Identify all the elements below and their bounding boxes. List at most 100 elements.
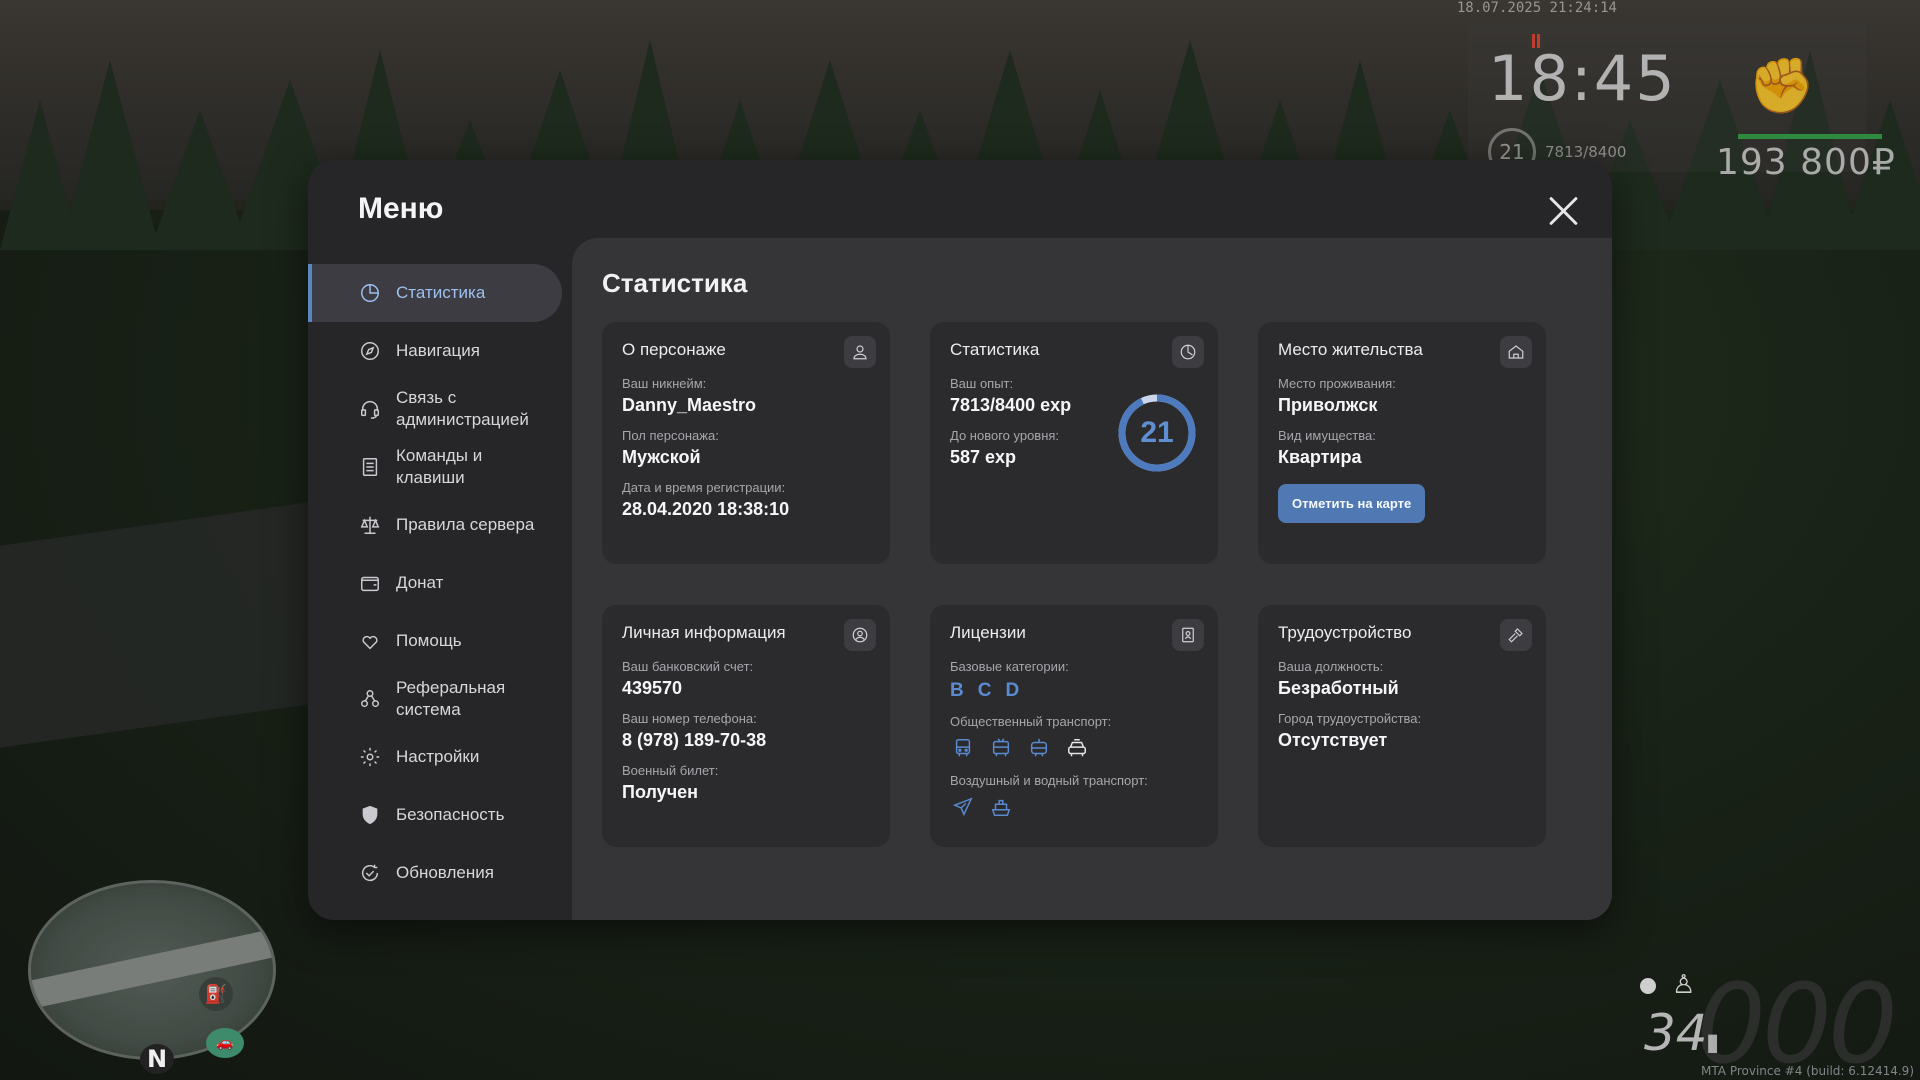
- user-circle-icon: [844, 619, 876, 651]
- gas-station-icon: ⛽: [199, 977, 233, 1011]
- sidebar-item-label: Навигация: [396, 341, 480, 360]
- gear-icon: [358, 745, 382, 769]
- gender-value: Мужской: [622, 447, 701, 467]
- scales-icon: [358, 513, 382, 537]
- minimap-north-indicator: N: [140, 1044, 174, 1074]
- card-title: Личная информация: [622, 623, 786, 642]
- military-id-label: Военный билет:: [622, 763, 719, 778]
- hud-clock: 18:45: [1488, 42, 1677, 115]
- card-title: О персонаже: [622, 340, 726, 359]
- card-character: О персонаже Ваш никнейм: Danny_Maestro П…: [602, 322, 890, 564]
- sidebar-item-navigation[interactable]: Навигация: [308, 322, 572, 380]
- fuel-readout: 34: [1644, 1004, 1708, 1062]
- card-title: Лицензии: [950, 623, 1026, 642]
- shield-icon: [358, 803, 382, 827]
- card-title: Статистика: [950, 340, 1040, 359]
- heart-hand-icon: [358, 629, 382, 653]
- license-category: D: [1005, 680, 1020, 701]
- headset-icon: [358, 397, 382, 421]
- sidebar: Статистика Навигация Связь с администрац…: [308, 264, 572, 902]
- card-personal-info: Личная информация Ваш банковский счет: 4…: [602, 605, 890, 847]
- close-button[interactable]: [1546, 194, 1580, 228]
- pie-chart-icon: [358, 281, 382, 305]
- phone-value: 8 (978) 189-70-38: [622, 730, 767, 750]
- player-vehicle-icon: 🚗: [206, 1028, 244, 1058]
- base-categories-label: Базовые категории:: [950, 659, 1069, 674]
- card-experience: Статистика Ваш опыт: 7813/8400 exp До но…: [930, 322, 1218, 564]
- sidebar-item-label: Реферальная система: [396, 678, 506, 719]
- job-city-label: Город трудоустройства:: [1278, 711, 1422, 726]
- sidebar-item-admin-contact[interactable]: Связь с администрацией: [308, 380, 572, 438]
- card-employment: Трудоустройство Ваша должность: Безработ…: [1258, 605, 1546, 847]
- registration-value: 28.04.2020 18:38:10: [622, 499, 790, 519]
- sidebar-item-referral[interactable]: Реферальная система: [308, 670, 572, 728]
- card-title: Место жительства: [1278, 340, 1423, 359]
- sidebar-item-statistics[interactable]: Статистика: [308, 264, 562, 322]
- minimap-road: [31, 926, 273, 1008]
- nickname-label: Ваш никнейм:: [622, 376, 707, 391]
- public-transport-licenses: [950, 735, 1198, 761]
- card-licenses: Лицензии Базовые категории: B C D Общест…: [930, 605, 1218, 847]
- gender-label: Пол персонажа:: [622, 428, 719, 443]
- taxi-icon: [1064, 735, 1090, 761]
- job-city-value: Отсутствует: [1278, 730, 1388, 750]
- sidebar-item-label: Помощь: [396, 631, 462, 650]
- id-card-icon: [1172, 619, 1204, 651]
- document-icon: [358, 455, 382, 479]
- level-number: 21: [1140, 416, 1174, 449]
- sidebar-item-label: Команды и клавиши: [396, 446, 483, 487]
- hammer-icon: [1500, 619, 1532, 651]
- air-water-licenses: [950, 794, 1198, 820]
- clock-pie-icon: [1172, 336, 1204, 368]
- boat-icon: [988, 794, 1014, 820]
- mark-on-map-button[interactable]: Отметить на карте: [1278, 484, 1426, 523]
- sidebar-item-label: Правила сервера: [396, 515, 535, 534]
- menu-title: Меню: [358, 192, 444, 225]
- server-timestamp: 18.07.2025 21:24:14: [1456, 0, 1617, 16]
- sidebar-item-label: Статистика: [396, 283, 486, 302]
- health-bar: [1738, 134, 1882, 139]
- sidebar-item-label: Безопасность: [396, 805, 505, 824]
- job-position-value: Безработный: [1278, 678, 1399, 698]
- public-transport-label: Общественный транспорт:: [950, 714, 1112, 729]
- sidebar-item-commands[interactable]: Команды и клавиши: [308, 438, 572, 496]
- compass-icon: [358, 339, 382, 363]
- trolleybus-icon: [988, 735, 1014, 761]
- sidebar-item-donate[interactable]: Донат: [308, 554, 572, 612]
- fist-weapon-icon: ✊: [1748, 54, 1816, 117]
- property-type-label: Вид имущества:: [1278, 428, 1376, 443]
- license-category: C: [977, 680, 992, 701]
- users-icon: [358, 687, 382, 711]
- sidebar-item-help[interactable]: Помощь: [308, 612, 572, 670]
- house-icon: [1500, 336, 1532, 368]
- hud-money: 193 800₽: [1716, 142, 1896, 183]
- build-version: MTA Province #4 (build: 6.12414.9): [1701, 1064, 1914, 1078]
- menu-window: Меню Статистика Навигация Связь с админи…: [308, 160, 1612, 920]
- user-icon: [844, 336, 876, 368]
- airplane-icon: [950, 794, 976, 820]
- page-title: Статистика: [602, 268, 748, 298]
- card-title: Трудоустройство: [1278, 623, 1412, 642]
- air-water-transport-label: Воздушный и водный транспорт:: [950, 773, 1148, 788]
- tram-icon: [1026, 735, 1052, 761]
- sidebar-item-label: Донат: [396, 573, 444, 592]
- sidebar-item-security[interactable]: Безопасность: [308, 786, 572, 844]
- sidebar-item-settings[interactable]: Настройки: [308, 728, 572, 786]
- bus-icon: [950, 735, 976, 761]
- job-position-label: Ваша должность:: [1278, 659, 1384, 674]
- property-type-value: Квартира: [1278, 447, 1362, 467]
- phone-label: Ваш номер телефона:: [622, 711, 757, 726]
- registration-label: Дата и время регистрации:: [622, 480, 786, 495]
- seatbelt-icon: ♙: [1672, 970, 1696, 1000]
- residence-place-label: Место проживания:: [1278, 376, 1396, 391]
- statistics-panel: Статистика О персонаже Ваш никнейм: Dann…: [572, 238, 1612, 920]
- wallet-icon: [358, 571, 382, 595]
- engine-indicator-icon: [1640, 978, 1656, 994]
- residence-place-value: Приволжск: [1278, 395, 1378, 415]
- sidebar-item-updates[interactable]: Обновления: [308, 844, 572, 902]
- nickname-value: Danny_Maestro: [622, 395, 757, 415]
- sidebar-item-rules[interactable]: Правила сервера: [308, 496, 572, 554]
- sidebar-item-label: Связь с администрацией: [396, 388, 529, 429]
- license-categories: B C D: [950, 680, 1198, 702]
- level-progress-ring: 21: [1116, 392, 1198, 474]
